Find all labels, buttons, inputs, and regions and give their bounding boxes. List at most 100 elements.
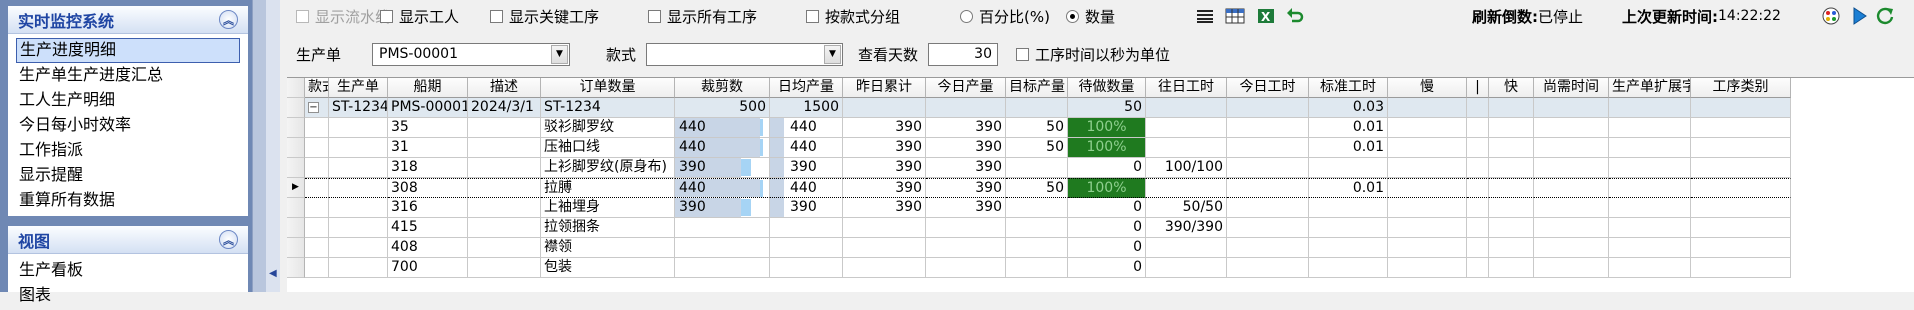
column-header[interactable]: 工序类别 [1691,78,1791,98]
pane-splitter[interactable]: ◀ [266,0,280,292]
view-panel-header[interactable]: 视图 ︽ [8,226,248,254]
grid-cell[interactable] [1609,178,1691,198]
grid-cell[interactable] [843,218,926,238]
grid-cell[interactable]: 440 [770,178,843,198]
grid-cell[interactable] [468,118,541,138]
grid-cell[interactable] [770,218,843,238]
column-header[interactable]: 描述 [468,78,541,98]
grid-cell[interactable]: 440 [675,178,770,198]
column-header[interactable]: 快 [1489,78,1534,98]
grid-cell[interactable]: 390 [843,198,926,218]
grid-cell[interactable]: 0 [1068,238,1146,258]
grid-cell[interactable] [1309,198,1388,218]
grid-cell[interactable]: 390 [675,158,770,178]
grid-cell[interactable] [1227,118,1309,138]
column-header[interactable]: 昨日累计 [843,78,926,98]
grid-cell[interactable] [1489,158,1534,178]
table-row[interactable]: 316 上袖埋身 390 390 390 390 0 50/50 [287,198,1914,218]
grid-cell[interactable]: 包装 [541,258,675,278]
grid-cell[interactable]: 390 [926,118,1006,138]
group-by-style-checkbox[interactable]: 按款式分组 [806,5,900,27]
grid-cell[interactable]: 上衫脚罗纹(原身布) [541,158,675,178]
grid-cell[interactable] [1609,218,1691,238]
grid-cell[interactable] [1609,138,1691,158]
grid-cell[interactable] [1227,218,1309,238]
grid-cell[interactable]: 100/100 [1146,158,1227,178]
column-header[interactable]: 今日工时 [1227,78,1309,98]
grid-cell[interactable] [1534,258,1609,278]
grid-cell[interactable] [1489,258,1534,278]
grid-cell[interactable] [1534,178,1609,198]
grid-cell[interactable] [1146,118,1227,138]
table-row[interactable]: ▶ 308 拉膊 440 440 390 390 50 100% 0.01 [287,178,1914,198]
collapse-left-icon[interactable]: ◀ [269,268,277,279]
grid-cell[interactable] [1489,198,1534,218]
grid-cell[interactable] [1146,98,1227,118]
grid-cell[interactable]: 0 [1068,158,1146,178]
nav-item[interactable]: 今日每小时效率 [16,113,240,138]
grid-cell[interactable] [1146,178,1227,198]
grid-cell[interactable] [305,118,329,138]
grid-cell[interactable]: 440 [675,118,770,138]
grid-cell[interactable]: 415 [388,218,468,238]
grid-cell[interactable] [770,238,843,258]
grid-cell[interactable] [1388,258,1467,278]
grid-cell[interactable] [1691,138,1791,158]
grid-cell[interactable]: 2024/3/1 [468,98,541,118]
show-workers-checkbox[interactable]: 显示工人 [380,5,459,27]
row-header[interactable] [287,198,305,218]
dropdown-arrow-icon[interactable]: ▼ [824,44,841,64]
undo-icon[interactable] [1284,5,1306,27]
collapse-group-icon[interactable]: − [308,101,319,113]
grid-cell[interactable] [1467,198,1489,218]
grid-cell[interactable] [1146,138,1227,158]
excel-export-icon[interactable]: X [1255,5,1277,27]
column-header[interactable]: | [1467,78,1489,98]
grid-cell[interactable]: 390 [926,178,1006,198]
grid-cell[interactable]: 440 [675,138,770,158]
grid-cell[interactable] [1691,178,1791,198]
grid-cell[interactable] [305,158,329,178]
grid-cell[interactable] [1609,198,1691,218]
row-header[interactable] [287,78,305,98]
grid-cell[interactable] [1467,258,1489,278]
column-header[interactable]: 生产单 [329,78,388,98]
grid-cell[interactable] [1534,98,1609,118]
grid-cell[interactable]: 440 [770,138,843,158]
grid-cell[interactable] [1006,98,1068,118]
grid-cell[interactable]: 1500 [770,98,843,118]
grid-cell[interactable]: 390 [843,138,926,158]
grid-cell[interactable] [770,258,843,278]
grid-cell[interactable] [1006,258,1068,278]
grid-cell[interactable] [1534,118,1609,138]
grid-cell[interactable]: 襟领 [541,238,675,258]
nav-item[interactable]: 生产单生产进度汇总 [16,63,240,88]
grid-cell[interactable] [1489,218,1534,238]
table-icon[interactable] [1224,5,1246,27]
grid-cell[interactable] [1227,158,1309,178]
grid-cell[interactable] [1467,138,1489,158]
grid-cell[interactable]: 390 [926,158,1006,178]
progress-grid[interactable]: 款式生产单船期描述订单数量裁剪数日均产量昨日累计今日产量目标产量待做数量往日工时… [287,77,1914,292]
grid-cell[interactable] [675,218,770,238]
nav-item[interactable]: 工作指派 [16,138,240,163]
grid-cell[interactable] [468,198,541,218]
color-palette-icon[interactable] [1820,5,1842,27]
grid-cell[interactable] [843,258,926,278]
grid-cell[interactable] [1691,158,1791,178]
grid-cell[interactable]: 31 [388,138,468,158]
grid-cell[interactable] [1691,238,1791,258]
grid-cell[interactable] [468,238,541,258]
grid-cell[interactable] [468,218,541,238]
grid-cell[interactable] [1691,258,1791,278]
grid-cell[interactable] [1309,218,1388,238]
nav-item[interactable]: 图表 [16,283,240,308]
grid-cell[interactable] [1227,138,1309,158]
grid-cell[interactable] [1534,138,1609,158]
grid-cell[interactable] [1227,198,1309,218]
grid-cell[interactable] [1467,178,1489,198]
grid-cell[interactable] [1006,158,1068,178]
row-header[interactable] [287,218,305,238]
grid-cell[interactable]: 0 [1068,218,1146,238]
grid-cell[interactable]: 390 [843,118,926,138]
